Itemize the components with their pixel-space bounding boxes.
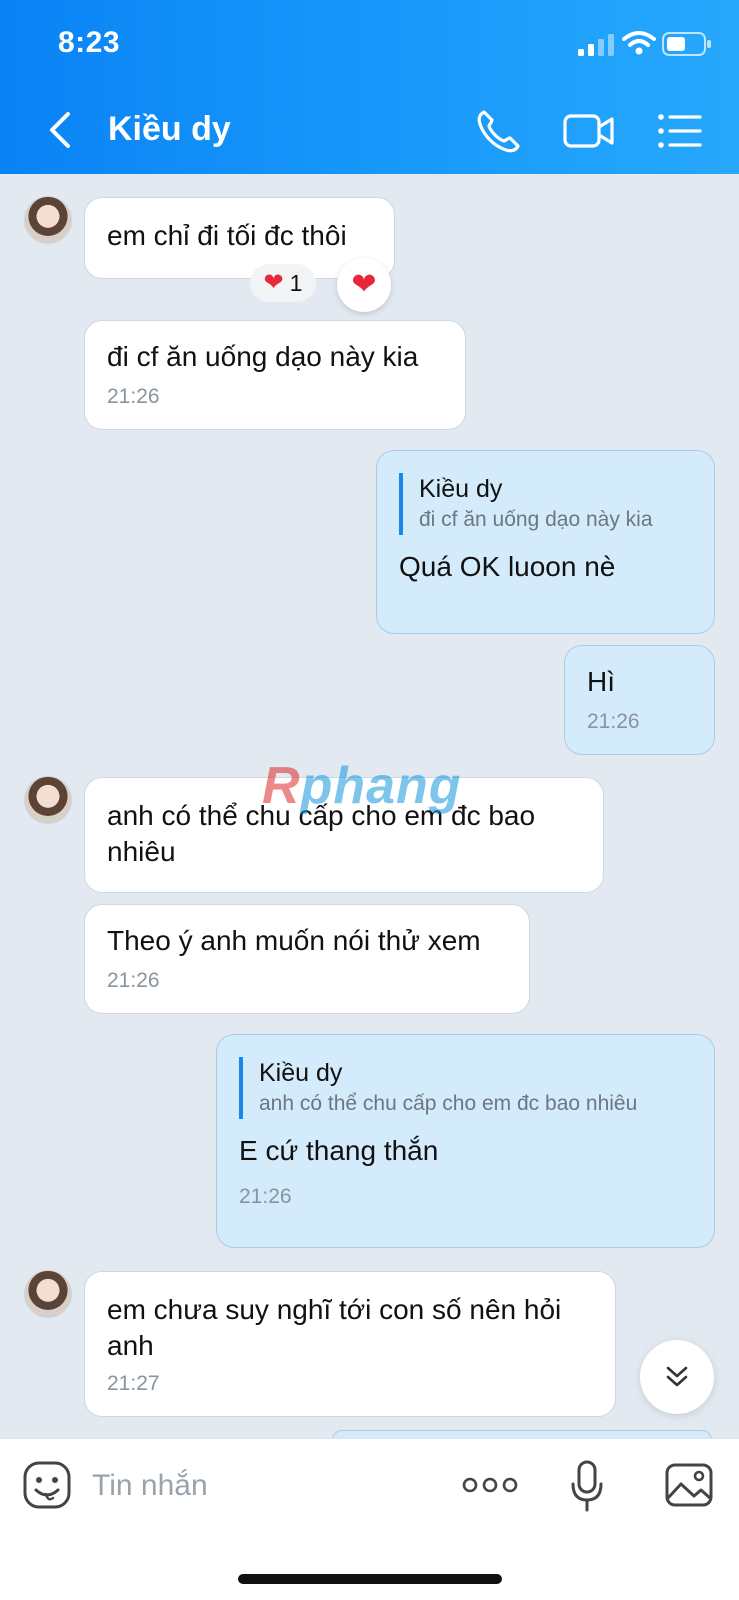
message-text: Theo ý anh muốn nói thử xem [107,925,481,956]
scroll-to-bottom-button[interactable] [640,1340,714,1414]
message-text: em chỉ đi tối đc thôi [107,220,347,251]
message-time: 21:26 [107,385,160,408]
wifi-icon [622,31,656,55]
message-time: 21:26 [239,1185,292,1208]
more-options-button[interactable] [462,1474,518,1496]
back-button[interactable] [42,108,82,152]
phone-call-button[interactable] [474,108,522,154]
contact-avatar[interactable] [24,776,72,824]
reply-message-bubble[interactable]: Kiều dy đi cf ăn uống dạo này kia Quá OK… [376,450,715,634]
microphone-button[interactable] [570,1460,604,1512]
message-text: Hì [587,666,615,697]
heart-icon: ❤ [263,269,284,296]
heart-icon: ❤ [351,268,377,301]
message-time: 21:27 [107,1372,160,1395]
reply-message-bubble[interactable]: Kiều dy anh có thể chu cấp cho em đc bao… [216,1034,715,1248]
video-call-button[interactable] [562,108,616,154]
message-text: Quá OK luoon nè [399,551,616,582]
quoted-text: anh có thể chu cấp cho em đc bao nhiêu [259,1092,638,1115]
status-time: 8:23 [58,26,121,59]
signal-icon [578,34,614,56]
chevron-double-down-icon [666,1366,688,1387]
contact-avatar[interactable] [24,196,72,244]
chat-options-button[interactable] [656,108,704,154]
watermark-logo: Rphang [262,757,462,815]
message-bubble[interactable]: em chưa suy nghĩ tới con số nên hỏi anh … [84,1271,616,1417]
reaction-summary[interactable]: ❤ 1 [250,264,316,302]
message-time: 21:26 [587,710,640,733]
message-text: đi cf ăn uống dạo này kia [107,341,419,372]
chat-title[interactable]: Kiều dy [108,110,231,149]
quoted-text: đi cf ăn uống dạo này kia [419,508,653,531]
quoted-message[interactable]: Kiều dy anh có thể chu cấp cho em đc bao… [239,1057,692,1119]
contact-avatar[interactable] [24,1270,72,1318]
quoted-message[interactable]: Kiều dy đi cf ăn uống dạo này kia [399,473,692,535]
message-text: E cứ thang thắn [239,1135,439,1166]
message-time: 21:26 [107,969,160,992]
react-heart-button[interactable]: ❤ [337,258,391,312]
sticker-button[interactable] [22,1460,72,1510]
message-input[interactable] [92,1464,422,1508]
message-bubble[interactable]: Theo ý anh muốn nói thử xem 21:26 [84,904,530,1014]
reaction-count: 1 [289,269,303,296]
message-text: em chưa suy nghĩ tới con số nên hỏi anh [107,1294,562,1361]
image-gallery-button[interactable] [664,1462,714,1508]
quoted-sender: Kiều dy [259,1059,343,1087]
message-bubble[interactable]: Hì 21:26 [564,645,715,755]
battery-icon [662,32,711,56]
chat-header: 8:23 Kiều dy [0,0,739,174]
home-indicator [238,1574,502,1584]
message-bubble[interactable]: đi cf ăn uống dạo này kia 21:26 [84,320,466,430]
quoted-sender: Kiều dy [419,475,503,503]
